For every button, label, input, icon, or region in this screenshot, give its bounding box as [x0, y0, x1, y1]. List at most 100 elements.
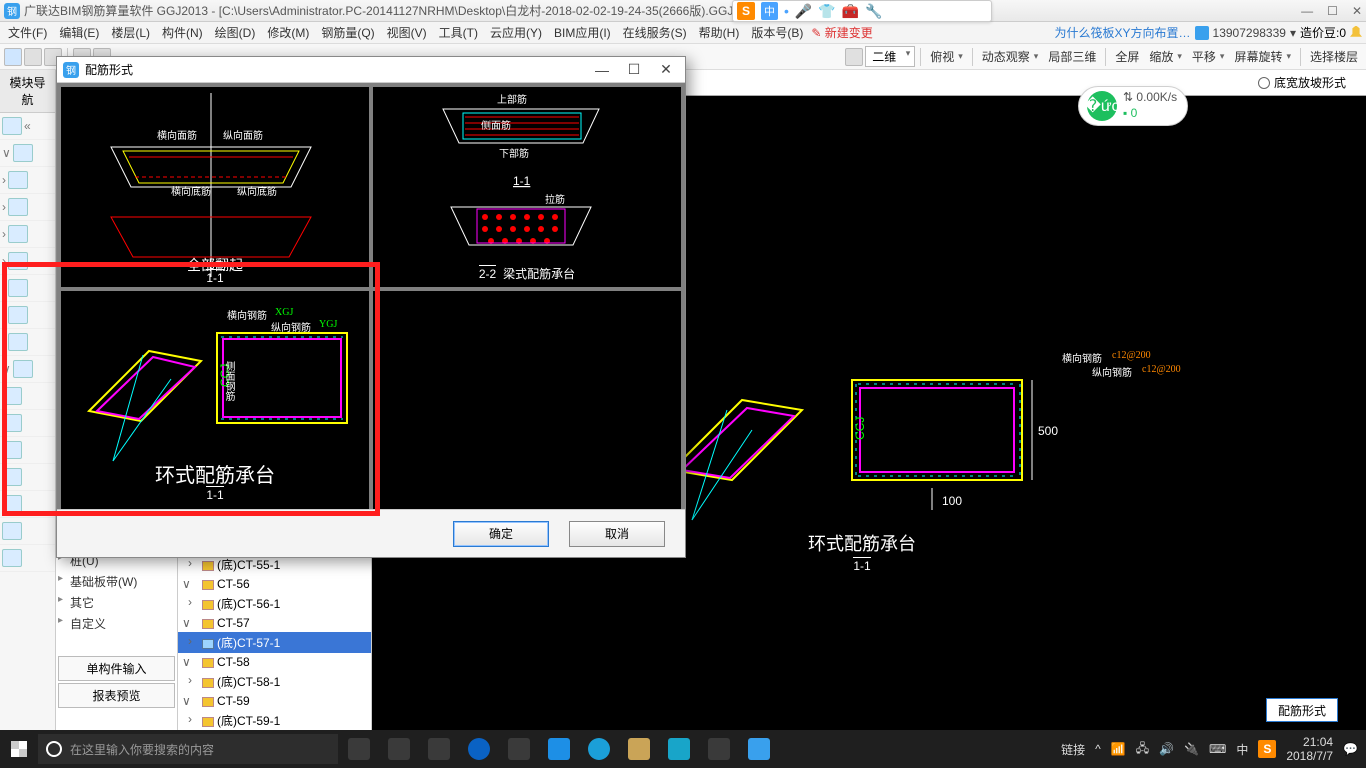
nav-item-icon[interactable]	[2, 522, 22, 540]
start-button[interactable]	[0, 730, 38, 768]
menu-help[interactable]: 帮助(H)	[695, 22, 744, 43]
ok-button[interactable]: 确定	[453, 521, 549, 547]
menu-member[interactable]: 构件(N)	[158, 22, 207, 43]
new-change-btn[interactable]: ✎ 新建变更	[811, 24, 872, 41]
nav-item-icon[interactable]	[8, 306, 28, 324]
maximize-icon[interactable]: ☐	[1327, 4, 1338, 18]
menu-tools[interactable]: 工具(T)	[435, 22, 482, 43]
menu-online[interactable]: 在线服务(S)	[619, 22, 691, 43]
tool-dyn-orbit[interactable]: 动态观察	[978, 48, 1043, 65]
report-preview-btn[interactable]: 报表预览	[58, 683, 175, 708]
tool-pan[interactable]: 平移	[1188, 48, 1229, 65]
app-icon-1[interactable]	[388, 738, 410, 760]
user-account[interactable]: 13907298339 ▾	[1195, 26, 1296, 40]
menu-modify[interactable]: 修改(M)	[263, 22, 313, 43]
tree-item-strip[interactable]: 基础板带(W)	[56, 571, 177, 592]
ime-punct-icon[interactable]: •	[784, 3, 789, 19]
dialog-close-icon[interactable]: ✕	[653, 61, 679, 78]
list-item[interactable]: (底)CT-59-1	[178, 710, 371, 730]
menu-file[interactable]: 文件(F)	[4, 22, 51, 43]
ime-settings-icon[interactable]: 🔧	[865, 3, 882, 20]
rebar-form-button[interactable]: 配筋形式	[1266, 698, 1338, 722]
tool-view-icon[interactable]	[845, 48, 863, 66]
explorer-icon[interactable]	[628, 738, 650, 760]
menu-rebar[interactable]: 钢筋量(Q)	[317, 22, 378, 43]
tool-screen-rotate[interactable]: 屏幕旋转	[1230, 48, 1295, 65]
menu-cloud[interactable]: 云应用(Y)	[486, 22, 546, 43]
list-item[interactable]: CT-56	[178, 575, 371, 593]
ime-mic-icon[interactable]: 🎤	[795, 3, 812, 20]
nav-item-icon[interactable]	[2, 468, 22, 486]
tool-topview[interactable]: 俯视	[926, 48, 967, 65]
cancel-button[interactable]: 取消	[569, 521, 665, 547]
nav-item-icon[interactable]	[8, 171, 28, 189]
taskview-icon[interactable]	[348, 738, 370, 760]
minimize-icon[interactable]: —	[1301, 4, 1313, 18]
tray-net-icon[interactable]: 🖧	[1136, 739, 1149, 760]
help-link[interactable]: 为什么筏板XY方向布置…	[1055, 24, 1191, 41]
tray-link-label[interactable]: 链接	[1061, 741, 1085, 758]
nav-item-icon[interactable]	[2, 441, 22, 459]
list-item[interactable]: (底)CT-56-1	[178, 593, 371, 614]
menu-view[interactable]: 视图(V)	[383, 22, 431, 43]
radio-bottom-slope[interactable]: 底宽放坡形式	[1258, 74, 1346, 91]
single-input-btn[interactable]: 单构件输入	[58, 656, 175, 681]
store-icon[interactable]	[508, 738, 530, 760]
ime-tool-icon[interactable]: 🧰	[842, 3, 859, 20]
tray-sogou-icon[interactable]: S	[1258, 740, 1276, 758]
tray-vol-icon[interactable]: 🔊	[1159, 742, 1174, 756]
tool-zoom[interactable]: 缩放	[1145, 48, 1186, 65]
dialog-minimize-icon[interactable]: —	[589, 62, 615, 78]
view-mode-dropdown[interactable]: 二维	[865, 46, 915, 67]
ggj-app-icon[interactable]	[748, 738, 770, 760]
tray-power-icon[interactable]: 🔌	[1184, 742, 1199, 756]
nav-item-icon[interactable]	[2, 495, 22, 513]
tray-wifi-icon[interactable]: 📶	[1111, 742, 1126, 756]
tray-up-icon[interactable]: ^	[1095, 742, 1101, 756]
nav-item-icon[interactable]	[8, 198, 28, 216]
dialog-maximize-icon[interactable]: ☐	[621, 61, 647, 78]
app-icon-3[interactable]	[548, 738, 570, 760]
taskbar-search[interactable]: 在这里输入你要搜索的内容	[38, 734, 338, 764]
tool-fullscreen[interactable]: 全屏	[1111, 48, 1143, 65]
app-icon-4[interactable]	[668, 738, 690, 760]
edge-icon[interactable]	[468, 738, 490, 760]
list-item[interactable]: (底)CT-57-1	[178, 632, 371, 653]
option-ring-rebar[interactable]: CCJ 横向钢筋 XGJ 纵向钢筋 YGJ 侧面钢筋 环式配筋承台 1-1	[61, 291, 369, 511]
nav-item-icon[interactable]	[2, 387, 22, 405]
tool-local3d[interactable]: 局部三维	[1044, 48, 1100, 65]
nav-item-icon[interactable]	[8, 333, 28, 351]
nav-item-icon[interactable]	[2, 414, 22, 432]
nav-item-icon[interactable]	[8, 252, 28, 270]
list-item[interactable]: CT-59	[178, 692, 371, 710]
tool-select-floor[interactable]: 选择楼层	[1306, 48, 1362, 65]
tree-item-custom[interactable]: 自定义	[56, 613, 177, 634]
tool-new-icon[interactable]	[4, 48, 22, 66]
app-icon-2[interactable]	[428, 738, 450, 760]
bell-icon[interactable]	[1350, 26, 1362, 40]
option-all-bend[interactable]: 横向面筋 纵向面筋 横向底筋 纵向底筋 全部翻起 1-1	[61, 87, 369, 287]
tray-clock[interactable]: 21:042018/7/7	[1286, 735, 1333, 764]
tool-open-icon[interactable]	[24, 48, 42, 66]
option-beam-rebar[interactable]: 1-1 上部筋 侧面筋 下部筋 拉筋 2-2 梁式配筋承台	[373, 87, 681, 287]
list-item[interactable]: (底)CT-58-1	[178, 671, 371, 692]
list-item[interactable]: CT-57	[178, 614, 371, 632]
list-item[interactable]: CT-58	[178, 653, 371, 671]
nav-item-icon[interactable]	[8, 279, 28, 297]
ime-lang-badge[interactable]: 中	[761, 2, 778, 20]
ie-icon[interactable]	[588, 738, 610, 760]
ime-skin-icon[interactable]: 👕	[818, 3, 835, 20]
menu-draw[interactable]: 绘图(D)	[211, 22, 260, 43]
ime-toolbar[interactable]: S 中 • 🎤 👕 🧰 🔧	[732, 0, 992, 22]
tray-keyboard-icon[interactable]: ⌨	[1209, 742, 1226, 756]
nav-item-icon[interactable]	[2, 549, 22, 567]
nav-tool-icon[interactable]	[2, 117, 22, 135]
menu-bim[interactable]: BIM应用(I)	[550, 22, 615, 43]
tree-item-other[interactable]: 其它	[56, 592, 177, 613]
app-icon-5[interactable]	[708, 738, 730, 760]
tray-notifications-icon[interactable]: 💬	[1343, 742, 1358, 756]
menu-floor[interactable]: 楼层(L)	[107, 22, 154, 43]
network-widget[interactable]: �ức ⇅ 0.00K/s ▪ 0	[1078, 86, 1188, 126]
close-icon[interactable]: ✕	[1352, 4, 1362, 18]
nav-item-icon[interactable]	[8, 225, 28, 243]
